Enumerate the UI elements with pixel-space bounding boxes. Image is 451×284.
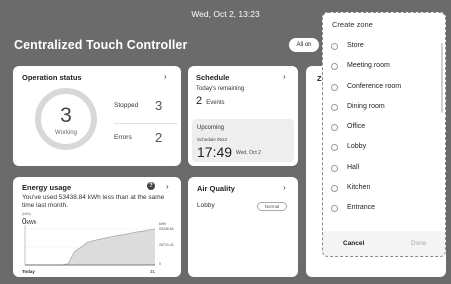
errors-label: Errors [114,134,132,141]
chevron-right-icon[interactable]: › [164,72,167,81]
zone-option-label: Dining room [347,102,385,110]
stopped-label: Stopped [114,102,139,109]
radio-icon[interactable] [331,43,338,50]
operation-status-card[interactable]: Operation status › 3 Working Stopped 3 E… [13,66,181,166]
zone-option-label: Conference room [347,82,402,90]
upcoming-name: Schedule 0623 [197,137,228,142]
schedule-remaining-count: 2 [196,95,203,107]
upcoming-label: Upcoming [197,125,225,131]
zone-option[interactable]: Hall [323,159,445,179]
status-datetime: Wed, Oct 2, 13:23 [191,9,260,19]
radio-icon[interactable] [331,124,338,132]
scrollbar[interactable] [441,43,443,113]
zone-option-label: Office [347,123,366,131]
zone-option-label: Store [347,42,364,49]
x-tick-label: 31 [150,269,156,274]
zone-option[interactable]: Lobby [323,138,445,158]
schedule-title: Schedule [196,73,230,82]
air-quality-room: Lobby [197,202,215,209]
air-quality-status-badge: Normal [257,202,287,211]
chevron-right-icon[interactable]: › [283,183,286,192]
upcoming-time: 17:49 [197,144,233,160]
schedule-remaining-label: Today's remaining [196,86,245,92]
energy-y-unit: kWh [159,222,166,226]
cancel-button[interactable]: Cancel [343,240,364,247]
working-label: Working [55,130,77,136]
create-zone-title: Create zone [332,20,373,29]
energy-chart [24,225,156,266]
stopped-count: 3 [155,98,163,113]
zone-option-label: Entrance [347,204,376,212]
radio-icon[interactable] [331,83,338,91]
upcoming-schedule[interactable]: Upcoming Schedule 0623 17:49 Wed, Oct 2 [192,119,294,162]
schedule-remaining: 2 Events [196,95,225,107]
working-count: 3 [60,104,72,127]
done-button[interactable]: Done [411,240,427,247]
energy-usage-card[interactable]: Energy usage ? › You've used 53438.84 kW… [13,177,181,277]
air-quality-title: Air Quality [197,184,235,193]
zone-option[interactable]: Store [323,37,445,57]
zone-option[interactable]: Office [323,118,445,138]
zone-option-label: Kitchen [347,184,371,192]
zone-option-label: Lobby [347,143,367,151]
zone-option[interactable]: Kitchen [323,179,445,199]
divider [114,123,178,124]
radio-icon[interactable] [331,164,338,172]
operation-status-title: Operation status [22,73,82,82]
zone-option-label: Meeting room [347,62,390,70]
working-ring: 3 Working [35,88,97,150]
radio-icon[interactable] [331,205,338,213]
y-tick-label: 0 [159,262,161,266]
x-tick-label: Today [22,269,35,274]
y-tick-label: 53438.84 [159,227,174,231]
y-tick-label: 26719.42 [159,243,174,247]
air-quality-card[interactable]: Air Quality › Lobby Normal [188,177,298,277]
radio-icon[interactable] [331,185,338,193]
radio-icon[interactable] [331,103,338,111]
zone-card-title: Z [317,74,322,83]
zone-option[interactable]: Dining room [323,98,445,118]
create-zone-dialog: Create zone Store Meeting room Conferenc… [322,12,446,257]
zone-option[interactable]: Meeting room [323,57,445,77]
schedule-events-label: Events [206,100,225,106]
zone-option-label: Hall [347,163,360,171]
errors-count: 2 [155,130,163,145]
schedule-card[interactable]: Schedule › Today's remaining 2 Events Up… [188,66,298,166]
app-title: Centralized Touch Controller [14,38,188,52]
radio-icon[interactable] [331,63,338,71]
all-on-button[interactable]: All on [289,38,319,52]
dialog-footer: Cancel Done [323,231,445,256]
chevron-right-icon[interactable]: › [283,72,286,81]
zone-option[interactable]: Conference room [323,78,445,98]
upcoming-date: Wed, Oct 2 [236,150,261,156]
radio-icon[interactable] [331,144,338,152]
zone-option-list: Store Meeting room Conference room Dinin… [323,37,445,220]
zone-option[interactable]: Entrance [323,199,445,219]
